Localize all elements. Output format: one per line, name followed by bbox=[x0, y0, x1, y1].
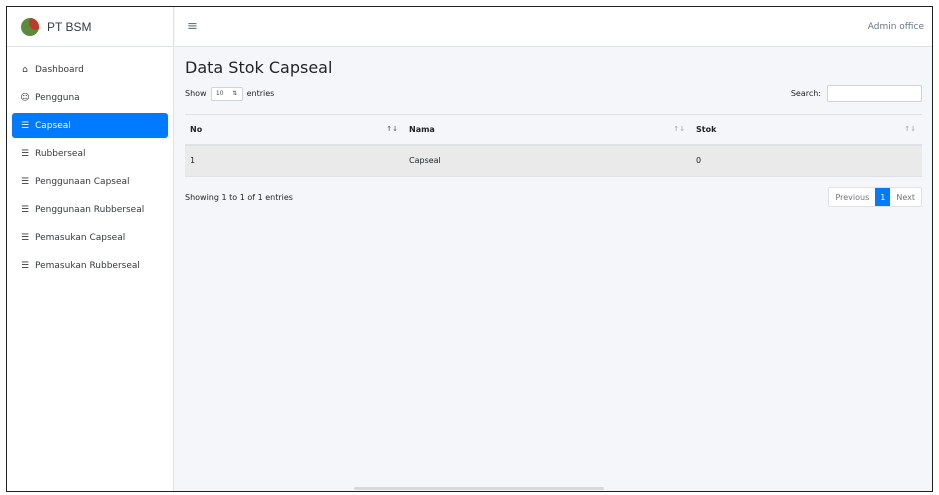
search-control: Search: bbox=[791, 85, 922, 102]
sidebar-item-label: Dashboard bbox=[35, 64, 84, 75]
horizontal-scrollbar[interactable] bbox=[354, 487, 604, 490]
list-icon: ☰ bbox=[20, 176, 30, 187]
table-cell-nama: Capseal bbox=[404, 144, 691, 177]
list-icon: ☰ bbox=[20, 204, 30, 215]
sidebar-item-pemasukan-rubberseal[interactable]: ☰ Pemasukan Rubberseal bbox=[12, 253, 168, 278]
sort-asc-icon: ↑↓ bbox=[386, 125, 398, 133]
brand-logo-icon bbox=[21, 17, 39, 36]
sidebar-item-label: Pemasukan Capseal bbox=[35, 232, 126, 243]
column-header-label: No bbox=[190, 124, 203, 134]
sidebar-item-label: Rubberseal bbox=[35, 148, 86, 159]
sidebar-item-capseal[interactable]: ☰ Capseal bbox=[12, 113, 168, 138]
sidebar: PT BSM ⌂ Dashboard ☺ Pengguna ☰ Capseal … bbox=[7, 7, 174, 491]
list-icon: ☰ bbox=[20, 260, 30, 271]
sidebar-item-label: Pengguna bbox=[35, 92, 80, 103]
table-controls: Show 10 ⇅ entries Search: bbox=[185, 85, 922, 102]
sidebar-item-pemasukan-capseal[interactable]: ☰ Pemasukan Capseal bbox=[12, 225, 168, 250]
users-icon: ☺ bbox=[20, 92, 30, 103]
pagination: Previous 1 Next bbox=[828, 187, 922, 207]
length-control: Show 10 ⇅ entries bbox=[185, 86, 275, 101]
stock-table: No ↑↓ Nama ↑↓ Stok ↑↓ 1 Capseal 0 bbox=[185, 114, 922, 177]
page-1-button[interactable]: 1 bbox=[875, 188, 891, 206]
sidebar-item-penggunaan-rubberseal[interactable]: ☰ Penggunaan Rubberseal bbox=[12, 197, 168, 222]
column-header-no[interactable]: No ↑↓ bbox=[185, 114, 404, 146]
sidebar-item-penggunaan-capseal[interactable]: ☰ Penggunaan Capseal bbox=[12, 169, 168, 194]
hamburger-menu-icon[interactable]: ≡ bbox=[187, 19, 198, 34]
table-footer: Showing 1 to 1 of 1 entries Previous 1 N… bbox=[185, 187, 922, 207]
length-entries-label: entries bbox=[246, 89, 275, 98]
page-title: Data Stok Capseal bbox=[185, 58, 333, 77]
brand-name: PT BSM bbox=[47, 19, 92, 34]
previous-button[interactable]: Previous bbox=[829, 188, 875, 206]
sidebar-item-rubberseal[interactable]: ☰ Rubberseal bbox=[12, 141, 168, 166]
sort-icon: ↑↓ bbox=[673, 125, 685, 133]
sidebar-item-label: Penggunaan Capseal bbox=[35, 176, 130, 187]
user-menu[interactable]: Admin office bbox=[868, 22, 924, 32]
sidebar-item-pengguna[interactable]: ☺ Pengguna bbox=[12, 85, 168, 110]
home-icon: ⌂ bbox=[22, 64, 28, 75]
topbar: ≡ Admin office bbox=[175, 7, 932, 47]
app-window: PT BSM ⌂ Dashboard ☺ Pengguna ☰ Capseal … bbox=[6, 6, 933, 492]
sidebar-nav: ⌂ Dashboard ☺ Pengguna ☰ Capseal ☰ Rubbe… bbox=[7, 47, 173, 278]
sidebar-item-label: Capseal bbox=[35, 120, 71, 131]
sidebar-item-label: Penggunaan Rubberseal bbox=[35, 204, 145, 215]
table-row: 1 Capseal 0 bbox=[185, 144, 922, 177]
entries-select[interactable]: 10 ⇅ bbox=[210, 86, 243, 101]
table-cell-no: 1 bbox=[185, 144, 404, 177]
next-button[interactable]: Next bbox=[890, 188, 921, 206]
search-label: Search: bbox=[790, 89, 821, 98]
search-input[interactable] bbox=[827, 85, 922, 102]
brand[interactable]: PT BSM bbox=[7, 7, 173, 47]
list-icon: ☰ bbox=[20, 148, 30, 159]
main-content: Data Stok Capseal Show 10 ⇅ entries Sear… bbox=[175, 48, 932, 491]
sort-icon: ↑↓ bbox=[904, 125, 916, 133]
table-cell-stok: 0 bbox=[691, 144, 922, 177]
sidebar-item-label: Pemasukan Rubberseal bbox=[35, 260, 140, 271]
table-info: Showing 1 to 1 of 1 entries bbox=[185, 192, 293, 202]
column-header-label: Stok bbox=[696, 124, 717, 134]
list-icon: ☰ bbox=[20, 120, 30, 131]
column-header-label: Nama bbox=[409, 124, 435, 134]
column-header-stok[interactable]: Stok ↑↓ bbox=[691, 114, 922, 146]
sidebar-item-dashboard[interactable]: ⌂ Dashboard bbox=[12, 57, 168, 82]
table-header-row: No ↑↓ Nama ↑↓ Stok ↑↓ bbox=[185, 114, 922, 146]
column-header-nama[interactable]: Nama ↑↓ bbox=[404, 114, 691, 146]
length-show-label: Show bbox=[185, 89, 207, 98]
list-icon: ☰ bbox=[20, 232, 30, 243]
entries-select-value: 10 bbox=[215, 90, 224, 97]
select-arrows-icon: ⇅ bbox=[232, 90, 238, 97]
